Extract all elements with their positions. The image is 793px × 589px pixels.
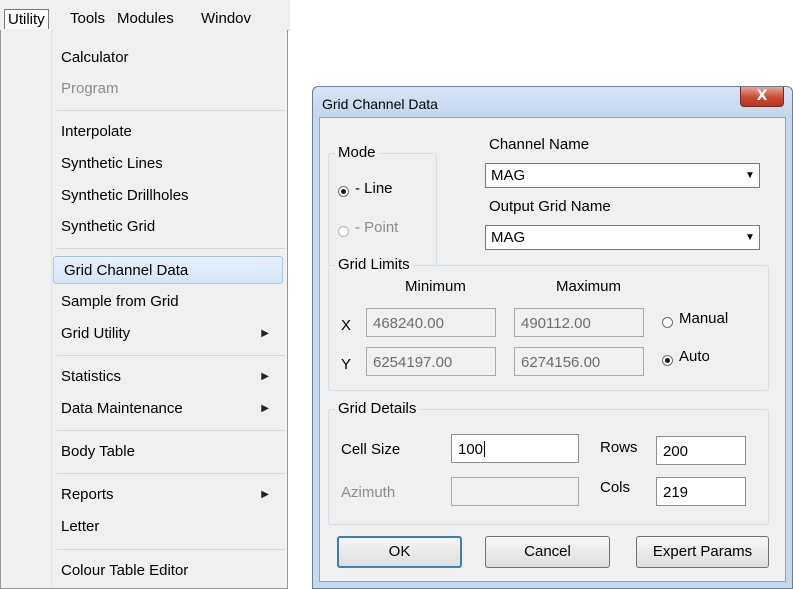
mode-group: Mode - Line - Point	[328, 144, 437, 266]
menu-item-interpolate[interactable]: Interpolate	[51, 118, 283, 146]
dialog-title: Grid Channel Data	[322, 96, 438, 112]
grid-channel-data-dialog: Grid Channel Data X Mode - Line - Point …	[312, 86, 793, 589]
cell-size-text: 100	[458, 441, 484, 458]
x-maximum-field: 490112.00	[514, 308, 644, 337]
mode-point-label: - Point	[355, 219, 399, 236]
menu-item-label: Reports	[61, 486, 114, 503]
menu-item-label: Statistics	[61, 368, 122, 385]
grid-limits-group: Grid Limits Minimum Maximum X 468240.00 …	[328, 256, 769, 391]
x-minimum-field: 468240.00	[366, 308, 496, 337]
menu-item-calculator[interactable]: Calculator	[51, 44, 283, 72]
menu-item-grid-utility[interactable]: Grid Utility ▶	[51, 320, 283, 348]
menu-bar: Utility Tools Modules Windov	[0, 0, 290, 31]
y-maximum-field: 6274156.00	[514, 347, 644, 376]
rows-input[interactable]: 200	[656, 436, 746, 465]
output-grid-name-value: MAG	[491, 229, 526, 246]
close-icon: X	[756, 88, 768, 104]
submenu-arrow-icon: ▶	[261, 489, 269, 500]
y-label: Y	[341, 356, 352, 373]
x-label: X	[341, 317, 352, 334]
dropdown-arrow-icon[interactable]: ▼	[741, 164, 759, 187]
minimum-header: Minimum	[405, 278, 466, 295]
y-minimum-value: 6254197.00	[373, 354, 453, 371]
menu-item-program: Program	[61, 80, 119, 97]
cols-input[interactable]: 219	[656, 477, 746, 506]
output-grid-name-label: Output Grid Name	[489, 198, 611, 215]
grid-details-group: Grid Details Cell Size 100 Rows 200 Azim…	[328, 400, 769, 525]
radio-selected-dot	[341, 189, 346, 194]
y-maximum-value: 6274156.00	[521, 354, 601, 371]
menu-item-label: Data Maintenance	[61, 400, 183, 417]
dialog-body: Mode - Line - Point Channel Name MAG ▼ O…	[319, 117, 786, 582]
output-grid-name-combo[interactable]: MAG ▼	[485, 225, 760, 250]
x-minimum-value: 468240.00	[373, 315, 444, 332]
dropdown-arrow-icon[interactable]: ▼	[741, 226, 759, 249]
channel-name-label: Channel Name	[489, 136, 590, 153]
limits-auto-radio[interactable]	[662, 355, 673, 366]
menu-utility[interactable]: Utility	[4, 9, 49, 29]
menu-item-body-table[interactable]: Body Table	[51, 438, 283, 466]
maximum-header: Maximum	[556, 278, 622, 295]
cell-size-input[interactable]: 100	[451, 434, 579, 463]
menu-item-reports[interactable]: Reports ▶	[51, 481, 283, 509]
radio-selected-dot	[665, 358, 670, 363]
menu-tools[interactable]: Tools	[70, 9, 105, 29]
limits-manual-label: Manual	[679, 310, 729, 327]
menu-separator	[57, 473, 285, 474]
menu-item-synthetic-lines[interactable]: Synthetic Lines	[51, 150, 283, 178]
text-caret	[484, 441, 486, 457]
menu-item-label: Grid Utility	[61, 325, 131, 342]
menu-separator	[57, 110, 285, 111]
cols-label: Cols	[600, 479, 631, 496]
expert-params-button[interactable]: Expert Params	[636, 536, 769, 568]
channel-name-value: MAG	[491, 167, 526, 184]
mode-line-radio[interactable]	[338, 186, 349, 197]
menu-item-letter[interactable]: Letter	[51, 513, 283, 541]
cell-size-value: 100	[458, 441, 486, 458]
y-minimum-field: 6254197.00	[366, 347, 496, 376]
menu-modules[interactable]: Modules	[117, 9, 174, 29]
cell-size-label: Cell Size	[341, 441, 401, 458]
menu-separator	[57, 248, 285, 249]
submenu-arrow-icon: ▶	[261, 403, 269, 414]
menu-item-synthetic-grid[interactable]: Synthetic Grid	[51, 213, 283, 241]
azimuth-input	[451, 477, 579, 506]
limits-manual-radio[interactable]	[662, 317, 673, 328]
menu-item-sample-from-grid[interactable]: Sample from Grid	[51, 288, 283, 316]
grid-details-legend: Grid Details	[335, 400, 420, 417]
azimuth-label: Azimuth	[341, 484, 396, 501]
menu-separator	[57, 549, 285, 550]
ok-button[interactable]: OK	[337, 536, 462, 568]
rows-label: Rows	[600, 439, 638, 456]
cols-value: 219	[663, 484, 689, 501]
submenu-arrow-icon: ▶	[261, 328, 269, 339]
cancel-button[interactable]: Cancel	[485, 536, 610, 568]
mode-line-label: - Line	[355, 180, 393, 197]
menu-item-data-maintenance[interactable]: Data Maintenance ▶	[51, 395, 283, 423]
menu-item-statistics[interactable]: Statistics ▶	[51, 363, 283, 391]
rows-value: 200	[663, 443, 689, 460]
menu-separator	[57, 355, 285, 356]
menu-window[interactable]: Windov	[201, 9, 251, 29]
grid-limits-legend: Grid Limits	[335, 256, 413, 273]
utility-dropdown-menu: Calculator Program Interpolate Synthetic…	[0, 30, 288, 589]
close-button[interactable]: X	[740, 87, 784, 107]
menu-item-synthetic-drillholes[interactable]: Synthetic Drillholes	[51, 182, 283, 210]
mode-legend: Mode	[335, 144, 379, 161]
menu-item-grid-channel-data[interactable]: Grid Channel Data	[53, 256, 283, 284]
menu-separator	[57, 430, 285, 431]
dialog-title-bar[interactable]: Grid Channel Data X	[313, 87, 792, 117]
mode-point-radio	[338, 226, 349, 237]
submenu-arrow-icon: ▶	[261, 371, 269, 382]
channel-name-combo[interactable]: MAG ▼	[485, 163, 760, 188]
x-maximum-value: 490112.00	[521, 315, 591, 332]
limits-auto-label: Auto	[679, 348, 710, 365]
menu-item-colour-table-editor[interactable]: Colour Table Editor	[51, 557, 283, 585]
